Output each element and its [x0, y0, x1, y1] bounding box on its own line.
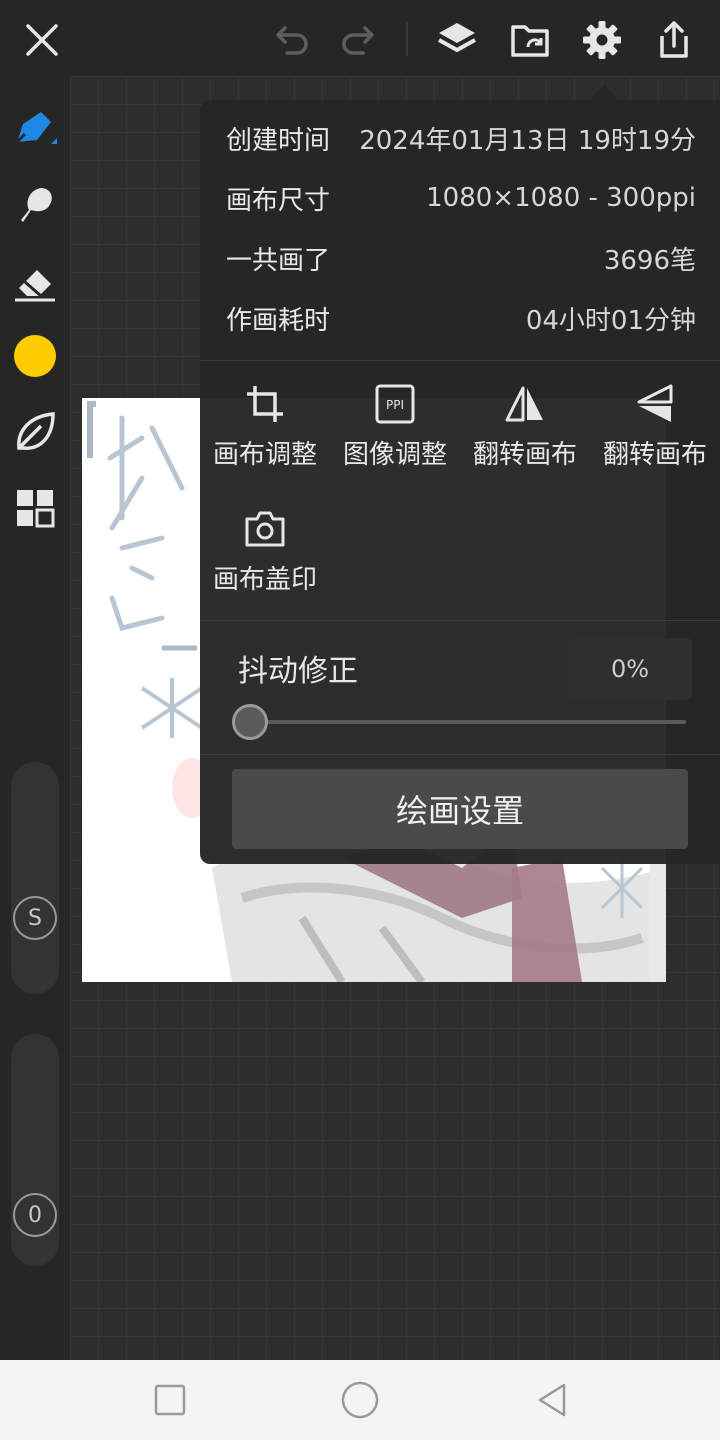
circle-icon: [341, 1381, 379, 1419]
brush-opacity-badge: 0: [13, 1193, 57, 1237]
popup-arrow: [590, 84, 618, 100]
info-value: 1080×1080 - 300ppi: [426, 183, 696, 213]
info-value: 3696笔: [603, 245, 696, 276]
system-nav-bar: [0, 1360, 720, 1440]
brush-tool-button[interactable]: [11, 104, 59, 152]
flip-horizontal-icon: [505, 386, 543, 422]
top-bar: [0, 0, 720, 76]
eraser-icon: [15, 270, 55, 302]
draw-settings-button[interactable]: 绘画设置: [232, 769, 688, 849]
layers-icon: [438, 23, 476, 52]
close-button[interactable]: [16, 14, 68, 66]
undo-icon: [276, 26, 308, 55]
folder-sync-icon: [511, 25, 549, 57]
current-color-swatch: [14, 335, 56, 377]
crop-icon: [247, 386, 283, 422]
settings-button[interactable]: [576, 14, 628, 66]
back-button[interactable]: [530, 1378, 574, 1422]
flip-vertical-button[interactable]: 翻转画布: [590, 380, 720, 471]
brush-icon: [15, 112, 57, 144]
info-label: 一共画了: [226, 245, 331, 276]
info-value: 2024年01月13日 19时19分: [359, 125, 696, 156]
jitter-value: 0%: [568, 638, 692, 700]
recents-button[interactable]: [148, 1378, 192, 1422]
smudge-tool-button[interactable]: [11, 180, 59, 228]
info-time-row: 作画耗时 04小时01分钟: [226, 298, 696, 338]
action-label: 画布盖印: [212, 565, 317, 595]
import-button[interactable]: [504, 14, 556, 66]
flip-horizontal-button[interactable]: 翻转画布: [460, 380, 590, 471]
undo-button[interactable]: [267, 14, 319, 66]
grid-icon: [17, 490, 55, 528]
jitter-slider-thumb[interactable]: [232, 704, 268, 740]
share-button[interactable]: [648, 14, 700, 66]
brush-size-slider[interactable]: [11, 762, 59, 994]
divider: [200, 620, 720, 621]
camera-icon: [245, 511, 285, 547]
canvas-adjust-button[interactable]: 画布调整: [200, 380, 330, 471]
divider: [200, 360, 720, 361]
close-icon: [26, 24, 58, 56]
left-toolbar: S 0: [0, 76, 70, 1360]
canvas-info-popup: 创建时间 2024年01月13日 19时19分 画布尺寸 1080×1080 -…: [200, 100, 720, 864]
info-label: 作画耗时: [226, 305, 331, 336]
layers-button[interactable]: [431, 14, 483, 66]
square-icon: [154, 1384, 186, 1416]
brush-size-badge: S: [13, 896, 57, 940]
info-label: 创建时间: [226, 125, 331, 156]
action-label: 画布调整: [212, 440, 317, 470]
image-adjust-button[interactable]: PPI 图像调整: [330, 380, 460, 471]
ppi-icon: PPI: [375, 384, 415, 424]
action-label: 图像调整: [342, 440, 447, 470]
svg-text:PPI: PPI: [386, 398, 404, 412]
color-picker-button[interactable]: [11, 332, 59, 380]
triangle-back-icon: [538, 1383, 566, 1417]
leaf-tool-button[interactable]: [11, 408, 59, 456]
info-created-row: 创建时间 2024年01月13日 19时19分: [226, 118, 696, 158]
action-label: 翻转画布: [602, 440, 707, 470]
gallery-tool-button[interactable]: [11, 484, 59, 532]
divider: [200, 754, 720, 755]
leaf-icon: [17, 412, 55, 450]
home-button[interactable]: [338, 1378, 382, 1422]
eraser-tool-button[interactable]: [11, 258, 59, 306]
info-label: 画布尺寸: [226, 185, 331, 216]
canvas-stamp-button[interactable]: 画布盖印: [200, 505, 330, 596]
info-strokes-row: 一共画了 3696笔: [226, 238, 696, 278]
info-value: 04小时01分钟: [525, 305, 696, 336]
redo-icon: [342, 26, 374, 55]
flip-vertical-icon: [637, 384, 673, 422]
share-icon: [660, 21, 688, 58]
toolbar-divider: [406, 22, 408, 56]
info-size-row: 画布尺寸 1080×1080 - 300ppi: [226, 178, 696, 218]
jitter-label: 抖动修正: [238, 654, 358, 689]
gear-icon: [583, 21, 621, 59]
redo-button[interactable]: [331, 14, 383, 66]
smudge-icon: [21, 188, 52, 222]
action-label: 翻转画布: [472, 440, 577, 470]
jitter-slider-track[interactable]: [250, 720, 686, 724]
